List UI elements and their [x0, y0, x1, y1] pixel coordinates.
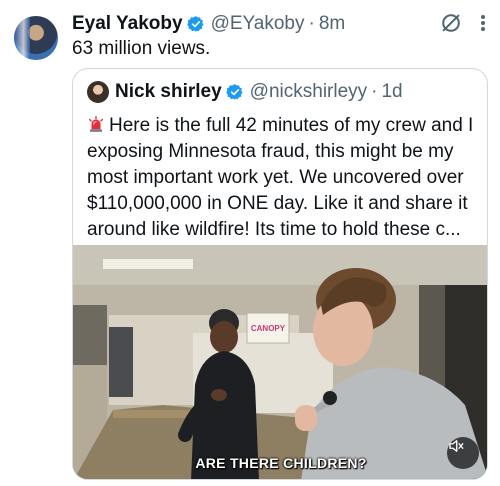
- author-handle[interactable]: @EYakoby: [211, 13, 305, 35]
- quoted-author-handle[interactable]: @nickshirleyy: [250, 81, 367, 103]
- mute-button[interactable]: [447, 437, 479, 469]
- more-icon[interactable]: [480, 12, 486, 34]
- verified-badge-icon: [186, 16, 204, 32]
- quoted-post[interactable]: Nick shirley @nickshirleyy · 1d Here is …: [72, 68, 488, 480]
- verified-badge-icon: [225, 84, 243, 100]
- video-player[interactable]: CANOPY ARE THERE CHILDREN?: [73, 245, 487, 479]
- post-actions: [440, 12, 486, 34]
- quoted-author-name[interactable]: Nick shirley: [115, 81, 222, 103]
- post-text: 63 million views.: [72, 38, 211, 59]
- author-name[interactable]: Eyal Yakoby: [72, 13, 183, 35]
- video-caption: ARE THERE CHILDREN?: [195, 455, 367, 471]
- quoted-body-text: Here is the full 42 minutes of my crew a…: [87, 115, 474, 240]
- quoted-time[interactable]: 1d: [381, 81, 402, 103]
- avatar[interactable]: [14, 16, 58, 60]
- quoted-header: Nick shirley @nickshirleyy · 1d: [115, 80, 403, 104]
- quoted-avatar[interactable]: [87, 81, 109, 103]
- wall-sign-text: CANOPY: [251, 324, 286, 333]
- separator: ·: [371, 81, 378, 102]
- video-frame: CANOPY: [73, 245, 487, 479]
- mute-icon: [449, 440, 464, 452]
- separator: ·: [308, 13, 315, 34]
- post: Eyal Yakoby @EYakoby · 8m 63 million vie…: [0, 0, 500, 486]
- post-header: Eyal Yakoby @EYakoby · 8m: [72, 12, 345, 36]
- rotating-light-icon: [88, 115, 104, 132]
- post-time[interactable]: 8m: [319, 13, 345, 35]
- grok-icon[interactable]: [440, 12, 462, 34]
- quoted-body: Here is the full 42 minutes of my crew a…: [87, 113, 479, 243]
